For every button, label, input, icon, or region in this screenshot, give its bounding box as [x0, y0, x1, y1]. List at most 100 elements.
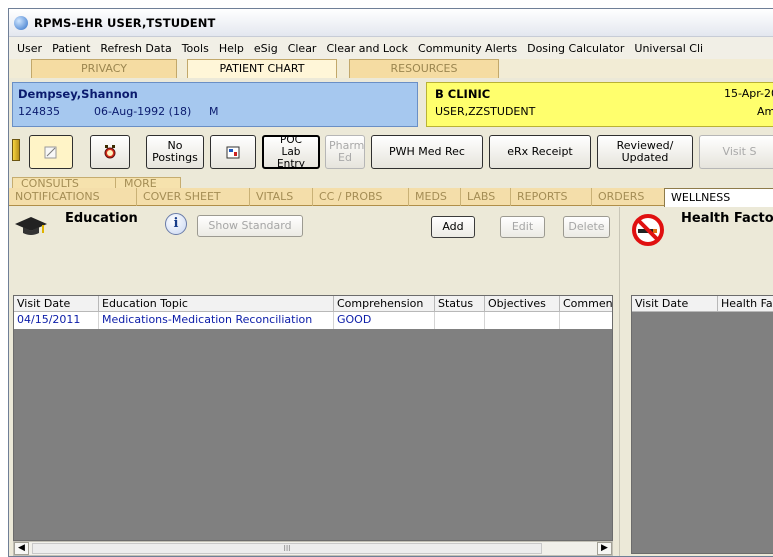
- education-title: Education: [65, 211, 138, 226]
- top-tab-strip: PRIVACY PATIENT CHART RESOURCES: [9, 59, 773, 78]
- hf-col-visit-date[interactable]: Visit Date: [632, 296, 718, 312]
- horizontal-scrollbar[interactable]: ◀ III ▶: [13, 541, 613, 556]
- education-grid[interactable]: Visit Date Education Topic Comprehension…: [13, 295, 613, 541]
- menu-universal-client[interactable]: Universal Cli: [629, 42, 708, 55]
- scroll-thumb[interactable]: III: [32, 543, 542, 554]
- show-standard-label: Show Standard: [208, 219, 292, 232]
- notes-icon: [44, 146, 57, 159]
- window-title: RPMS-EHR USER,TSTUDENT: [34, 15, 216, 30]
- col-status[interactable]: Status: [435, 296, 485, 312]
- tab-wellness[interactable]: WELLNESS: [664, 188, 773, 207]
- col-comprehension[interactable]: Comprehension: [334, 296, 435, 312]
- app-icon: [14, 15, 28, 30]
- patient-dob: 06-Aug-1992 (18): [94, 105, 192, 118]
- report-icon: [226, 146, 240, 159]
- info-icon[interactable]: i: [165, 213, 187, 235]
- tab-cover-sheet[interactable]: COVER SHEET: [136, 188, 249, 206]
- reviewed-updated-button[interactable]: Reviewed/ Updated: [597, 135, 693, 169]
- col-objectives[interactable]: Objectives: [485, 296, 560, 312]
- cell-comprehension: GOOD: [334, 312, 435, 329]
- clinic-date: 15-Apr-201: [724, 87, 773, 100]
- menu-refresh-data[interactable]: Refresh Data: [95, 42, 176, 55]
- erx-receipt-button[interactable]: eRx Receipt: [489, 135, 591, 169]
- tab-reports[interactable]: REPORTS: [510, 188, 591, 206]
- edit-button[interactable]: Edit: [500, 216, 545, 238]
- clinic-banner[interactable]: B CLINIC USER,ZZSTUDENT 15-Apr-201 Am: [426, 82, 773, 127]
- tab-meds[interactable]: MEDS: [408, 188, 460, 206]
- tab-cc-probs[interactable]: CC / PROBS: [312, 188, 408, 206]
- alarm-clock-icon: [104, 145, 116, 159]
- menu-clear-and-lock[interactable]: Clear and Lock: [321, 42, 413, 55]
- scroll-thumb-grip: III: [283, 544, 291, 553]
- cell-education-topic: Medications-Medication Reconciliation: [99, 312, 334, 329]
- scroll-right-button[interactable]: ▶: [597, 542, 612, 555]
- pharm-ed-button[interactable]: Pharm Ed: [325, 135, 365, 169]
- cell-objectives: [485, 312, 560, 329]
- menu-bar: User Patient Refresh Data Tools Help eSi…: [9, 37, 773, 59]
- patient-sex: M: [209, 105, 219, 118]
- toolbar-flag-icon[interactable]: [12, 139, 20, 161]
- alarm-button[interactable]: [90, 135, 130, 169]
- tab-resources[interactable]: RESOURCES: [349, 59, 499, 78]
- col-education-topic[interactable]: Education Topic: [99, 296, 334, 312]
- tab-vitals[interactable]: VITALS: [249, 188, 312, 206]
- no-postings-label: No Postings: [152, 139, 198, 164]
- visit-summary-label: Visit S: [722, 145, 757, 158]
- health-factors-panel: Health Facto Visit Date Health Fac: [627, 207, 773, 556]
- hf-col-health-factor[interactable]: Health Fac: [718, 296, 773, 312]
- panel-splitter[interactable]: [619, 207, 627, 556]
- add-label: Add: [442, 220, 464, 233]
- subtab-strip-lower: NOTIFICATIONS COVER SHEET VITALS CC / PR…: [9, 188, 773, 207]
- edit-label: Edit: [511, 220, 534, 233]
- reports-button[interactable]: [210, 135, 256, 169]
- patient-id: 124835: [18, 105, 60, 118]
- menu-patient[interactable]: Patient: [47, 42, 95, 55]
- health-factors-grid[interactable]: Visit Date Health Fac: [631, 295, 773, 554]
- menu-user[interactable]: User: [12, 42, 47, 55]
- education-panel: Education i Show Standard Add Edit Delet…: [9, 207, 617, 556]
- tab-patient-chart[interactable]: PATIENT CHART: [187, 59, 337, 78]
- pwh-med-rec-button[interactable]: PWH Med Rec: [371, 135, 483, 169]
- add-button[interactable]: Add: [431, 216, 475, 238]
- cell-comments: [560, 312, 614, 329]
- menu-esig[interactable]: eSig: [249, 42, 283, 55]
- clinic-user: USER,ZZSTUDENT: [435, 105, 536, 118]
- poc-lab-entry-label: POC Lab Entry: [277, 135, 305, 169]
- show-standard-button[interactable]: Show Standard: [197, 215, 303, 237]
- no-postings-button[interactable]: No Postings: [146, 135, 204, 169]
- delete-button[interactable]: Delete: [563, 216, 610, 238]
- notes-button[interactable]: [29, 135, 73, 169]
- no-smoking-icon: [632, 214, 664, 246]
- pwh-med-rec-label: PWH Med Rec: [389, 145, 465, 158]
- poc-lab-entry-button[interactable]: POC Lab Entry: [262, 135, 320, 169]
- menu-help[interactable]: Help: [214, 42, 249, 55]
- menu-clear[interactable]: Clear: [283, 42, 322, 55]
- health-factors-grid-header: Visit Date Health Fac: [632, 296, 773, 312]
- education-grid-header: Visit Date Education Topic Comprehension…: [14, 296, 614, 312]
- erx-receipt-label: eRx Receipt: [507, 145, 573, 158]
- patient-name: Dempsey,Shannon: [18, 87, 138, 101]
- cell-status: [435, 312, 485, 329]
- col-comments[interactable]: Commen: [560, 296, 614, 312]
- table-row[interactable]: 04/15/2011 Medications-Medication Reconc…: [14, 312, 612, 329]
- menu-community-alerts[interactable]: Community Alerts: [413, 42, 522, 55]
- menu-dosing-calculator[interactable]: Dosing Calculator: [522, 42, 629, 55]
- clinic-name: B CLINIC: [435, 87, 491, 101]
- visit-summary-button[interactable]: Visit S: [699, 135, 773, 169]
- pharm-ed-label: Pharm Ed: [329, 139, 365, 164]
- tab-orders[interactable]: ORDERS: [591, 188, 664, 206]
- scroll-left-button[interactable]: ◀: [14, 542, 29, 555]
- patient-banner[interactable]: Dempsey,Shannon 124835 06-Aug-1992 (18) …: [12, 82, 418, 127]
- tab-privacy[interactable]: PRIVACY: [31, 59, 177, 78]
- clinic-ampm: Am: [757, 105, 773, 118]
- toolbar: No Postings POC Lab Entry Pharm Ed PWH M…: [9, 131, 773, 173]
- cell-visit-date: 04/15/2011: [14, 312, 99, 329]
- app-window: RPMS-EHR USER,TSTUDENT User Patient Refr…: [8, 8, 773, 557]
- col-visit-date[interactable]: Visit Date: [14, 296, 99, 312]
- tab-labs[interactable]: LABS: [460, 188, 510, 206]
- health-factors-title: Health Facto: [681, 211, 773, 226]
- graduation-cap-icon: [15, 217, 47, 235]
- reviewed-updated-label: Reviewed/ Updated: [616, 139, 674, 164]
- tab-notifications[interactable]: NOTIFICATIONS: [9, 188, 137, 206]
- menu-tools[interactable]: Tools: [177, 42, 214, 55]
